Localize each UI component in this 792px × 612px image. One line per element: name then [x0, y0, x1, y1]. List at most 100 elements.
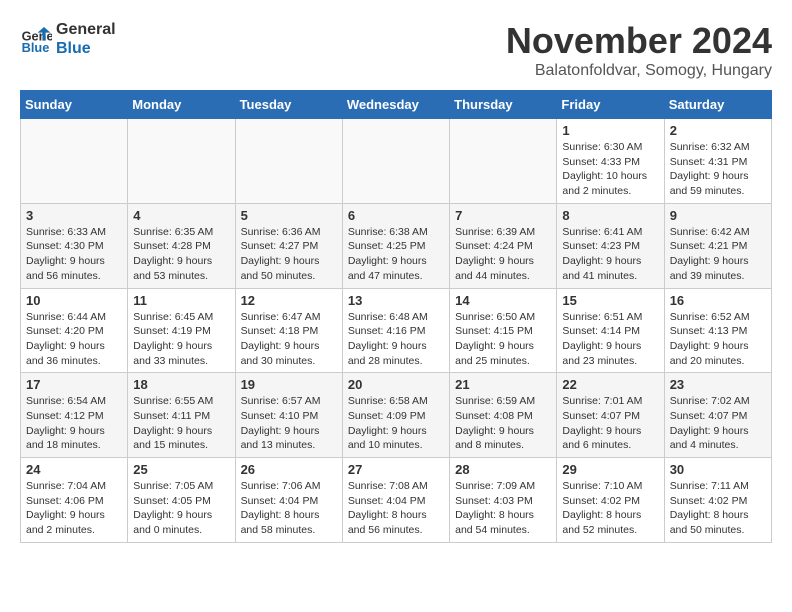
- header-cell-monday: Monday: [128, 91, 235, 119]
- day-info: Daylight: 9 hours: [241, 254, 337, 269]
- calendar-cell: 5Sunrise: 6:36 AMSunset: 4:27 PMDaylight…: [235, 203, 342, 288]
- day-info: Sunrise: 6:59 AM: [455, 394, 551, 409]
- day-info: and 47 minutes.: [348, 269, 444, 284]
- day-info: Sunset: 4:13 PM: [670, 324, 766, 339]
- day-info: and 8 minutes.: [455, 438, 551, 453]
- day-number: 25: [133, 462, 229, 477]
- header-cell-thursday: Thursday: [450, 91, 557, 119]
- day-info: Sunset: 4:25 PM: [348, 239, 444, 254]
- logo-general-text: General: [56, 20, 116, 39]
- day-info: and 25 minutes.: [455, 354, 551, 369]
- day-info: Sunrise: 6:39 AM: [455, 225, 551, 240]
- month-title: November 2024: [506, 20, 772, 62]
- week-row-4: 17Sunrise: 6:54 AMSunset: 4:12 PMDayligh…: [21, 373, 772, 458]
- day-number: 5: [241, 208, 337, 223]
- calendar-cell: 29Sunrise: 7:10 AMSunset: 4:02 PMDayligh…: [557, 458, 664, 543]
- day-info: and 53 minutes.: [133, 269, 229, 284]
- day-info: and 4 minutes.: [670, 438, 766, 453]
- day-info: Daylight: 9 hours: [455, 339, 551, 354]
- day-info: Sunrise: 6:57 AM: [241, 394, 337, 409]
- day-info: Sunrise: 6:41 AM: [562, 225, 658, 240]
- day-info: and 6 minutes.: [562, 438, 658, 453]
- day-info: Daylight: 9 hours: [670, 339, 766, 354]
- calendar-cell: [450, 119, 557, 204]
- week-row-2: 3Sunrise: 6:33 AMSunset: 4:30 PMDaylight…: [21, 203, 772, 288]
- day-info: Sunrise: 6:35 AM: [133, 225, 229, 240]
- day-info: Sunset: 4:07 PM: [670, 409, 766, 424]
- header-row: SundayMondayTuesdayWednesdayThursdayFrid…: [21, 91, 772, 119]
- calendar-cell: 20Sunrise: 6:58 AMSunset: 4:09 PMDayligh…: [342, 373, 449, 458]
- day-info: Sunset: 4:27 PM: [241, 239, 337, 254]
- day-number: 22: [562, 377, 658, 392]
- calendar-cell: 4 Sunrise: 6:35 AMSunset: 4:28 PMDaylight…: [128, 203, 235, 288]
- day-info: Daylight: 9 hours: [26, 508, 122, 523]
- day-number: 1: [562, 123, 658, 138]
- day-info: Sunset: 4:18 PM: [241, 324, 337, 339]
- day-info: Daylight: 8 hours: [455, 508, 551, 523]
- calendar-cell: 7Sunrise: 6:39 AMSunset: 4:24 PMDaylight…: [450, 203, 557, 288]
- calendar-cell: 16Sunrise: 6:52 AMSunset: 4:13 PMDayligh…: [664, 288, 771, 373]
- day-info: Sunset: 4:05 PM: [133, 494, 229, 509]
- day-info: Sunrise: 7:09 AM: [455, 479, 551, 494]
- day-info: and 58 minutes.: [241, 523, 337, 538]
- day-number: 19: [241, 377, 337, 392]
- day-info: Daylight: 9 hours: [133, 254, 229, 269]
- day-info: Sunrise: 6:32 AM: [670, 140, 766, 155]
- calendar-cell: 21Sunrise: 6:59 AMSunset: 4:08 PMDayligh…: [450, 373, 557, 458]
- calendar-cell: 19Sunrise: 6:57 AMSunset: 4:10 PMDayligh…: [235, 373, 342, 458]
- calendar-cell: 14Sunrise: 6:50 AMSunset: 4:15 PMDayligh…: [450, 288, 557, 373]
- day-info: and 23 minutes.: [562, 354, 658, 369]
- day-number: 20: [348, 377, 444, 392]
- day-info: Sunrise: 7:08 AM: [348, 479, 444, 494]
- calendar-cell: [235, 119, 342, 204]
- day-info: Daylight: 9 hours: [455, 254, 551, 269]
- calendar-cell: 1Sunrise: 6:30 AMSunset: 4:33 PMDaylight…: [557, 119, 664, 204]
- day-info: Sunset: 4:19 PM: [133, 324, 229, 339]
- day-info: and 0 minutes.: [133, 523, 229, 538]
- day-info: Daylight: 9 hours: [133, 339, 229, 354]
- calendar-cell: 25Sunrise: 7:05 AMSunset: 4:05 PMDayligh…: [128, 458, 235, 543]
- day-info: Sunrise: 7:11 AM: [670, 479, 766, 494]
- calendar-cell: 2Sunrise: 6:32 AMSunset: 4:31 PMDaylight…: [664, 119, 771, 204]
- day-info: Sunset: 4:04 PM: [348, 494, 444, 509]
- day-info: Daylight: 8 hours: [670, 508, 766, 523]
- calendar-cell: [21, 119, 128, 204]
- day-info: Sunset: 4:30 PM: [26, 239, 122, 254]
- day-number: 9: [670, 208, 766, 223]
- day-info: Sunrise: 7:10 AM: [562, 479, 658, 494]
- day-number: 4: [133, 208, 229, 223]
- day-info: Sunrise: 6:42 AM: [670, 225, 766, 240]
- svg-text:Blue: Blue: [22, 40, 50, 55]
- day-info: Daylight: 9 hours: [26, 424, 122, 439]
- calendar-cell: 24Sunrise: 7:04 AMSunset: 4:06 PMDayligh…: [21, 458, 128, 543]
- day-number: 13: [348, 293, 444, 308]
- day-info: Sunset: 4:03 PM: [455, 494, 551, 509]
- day-info: and 15 minutes.: [133, 438, 229, 453]
- day-info: Daylight: 9 hours: [26, 339, 122, 354]
- header-cell-saturday: Saturday: [664, 91, 771, 119]
- calendar-cell: 12Sunrise: 6:47 AMSunset: 4:18 PMDayligh…: [235, 288, 342, 373]
- day-info: Daylight: 9 hours: [670, 424, 766, 439]
- logo-blue-text: Blue: [56, 39, 116, 58]
- calendar-cell: 11Sunrise: 6:45 AMSunset: 4:19 PMDayligh…: [128, 288, 235, 373]
- day-info: Sunset: 4:28 PM: [133, 239, 229, 254]
- calendar-cell: 9Sunrise: 6:42 AMSunset: 4:21 PMDaylight…: [664, 203, 771, 288]
- day-number: 23: [670, 377, 766, 392]
- day-info: and 28 minutes.: [348, 354, 444, 369]
- location-text: Balatonfoldvar, Somogy, Hungary: [506, 62, 772, 80]
- day-number: 27: [348, 462, 444, 477]
- day-info: and 36 minutes.: [26, 354, 122, 369]
- day-info: and 30 minutes.: [241, 354, 337, 369]
- calendar-table: SundayMondayTuesdayWednesdayThursdayFrid…: [20, 90, 772, 543]
- day-info: Sunset: 4:02 PM: [670, 494, 766, 509]
- day-info: Daylight: 9 hours: [241, 339, 337, 354]
- day-info: Sunrise: 7:05 AM: [133, 479, 229, 494]
- day-info: Daylight: 9 hours: [670, 254, 766, 269]
- day-info: Sunset: 4:08 PM: [455, 409, 551, 424]
- calendar-header: SundayMondayTuesdayWednesdayThursdayFrid…: [21, 91, 772, 119]
- day-info: and 44 minutes.: [455, 269, 551, 284]
- day-info: Sunset: 4:20 PM: [26, 324, 122, 339]
- day-info: Sunrise: 6:58 AM: [348, 394, 444, 409]
- day-number: 2: [670, 123, 766, 138]
- day-info: and 54 minutes.: [455, 523, 551, 538]
